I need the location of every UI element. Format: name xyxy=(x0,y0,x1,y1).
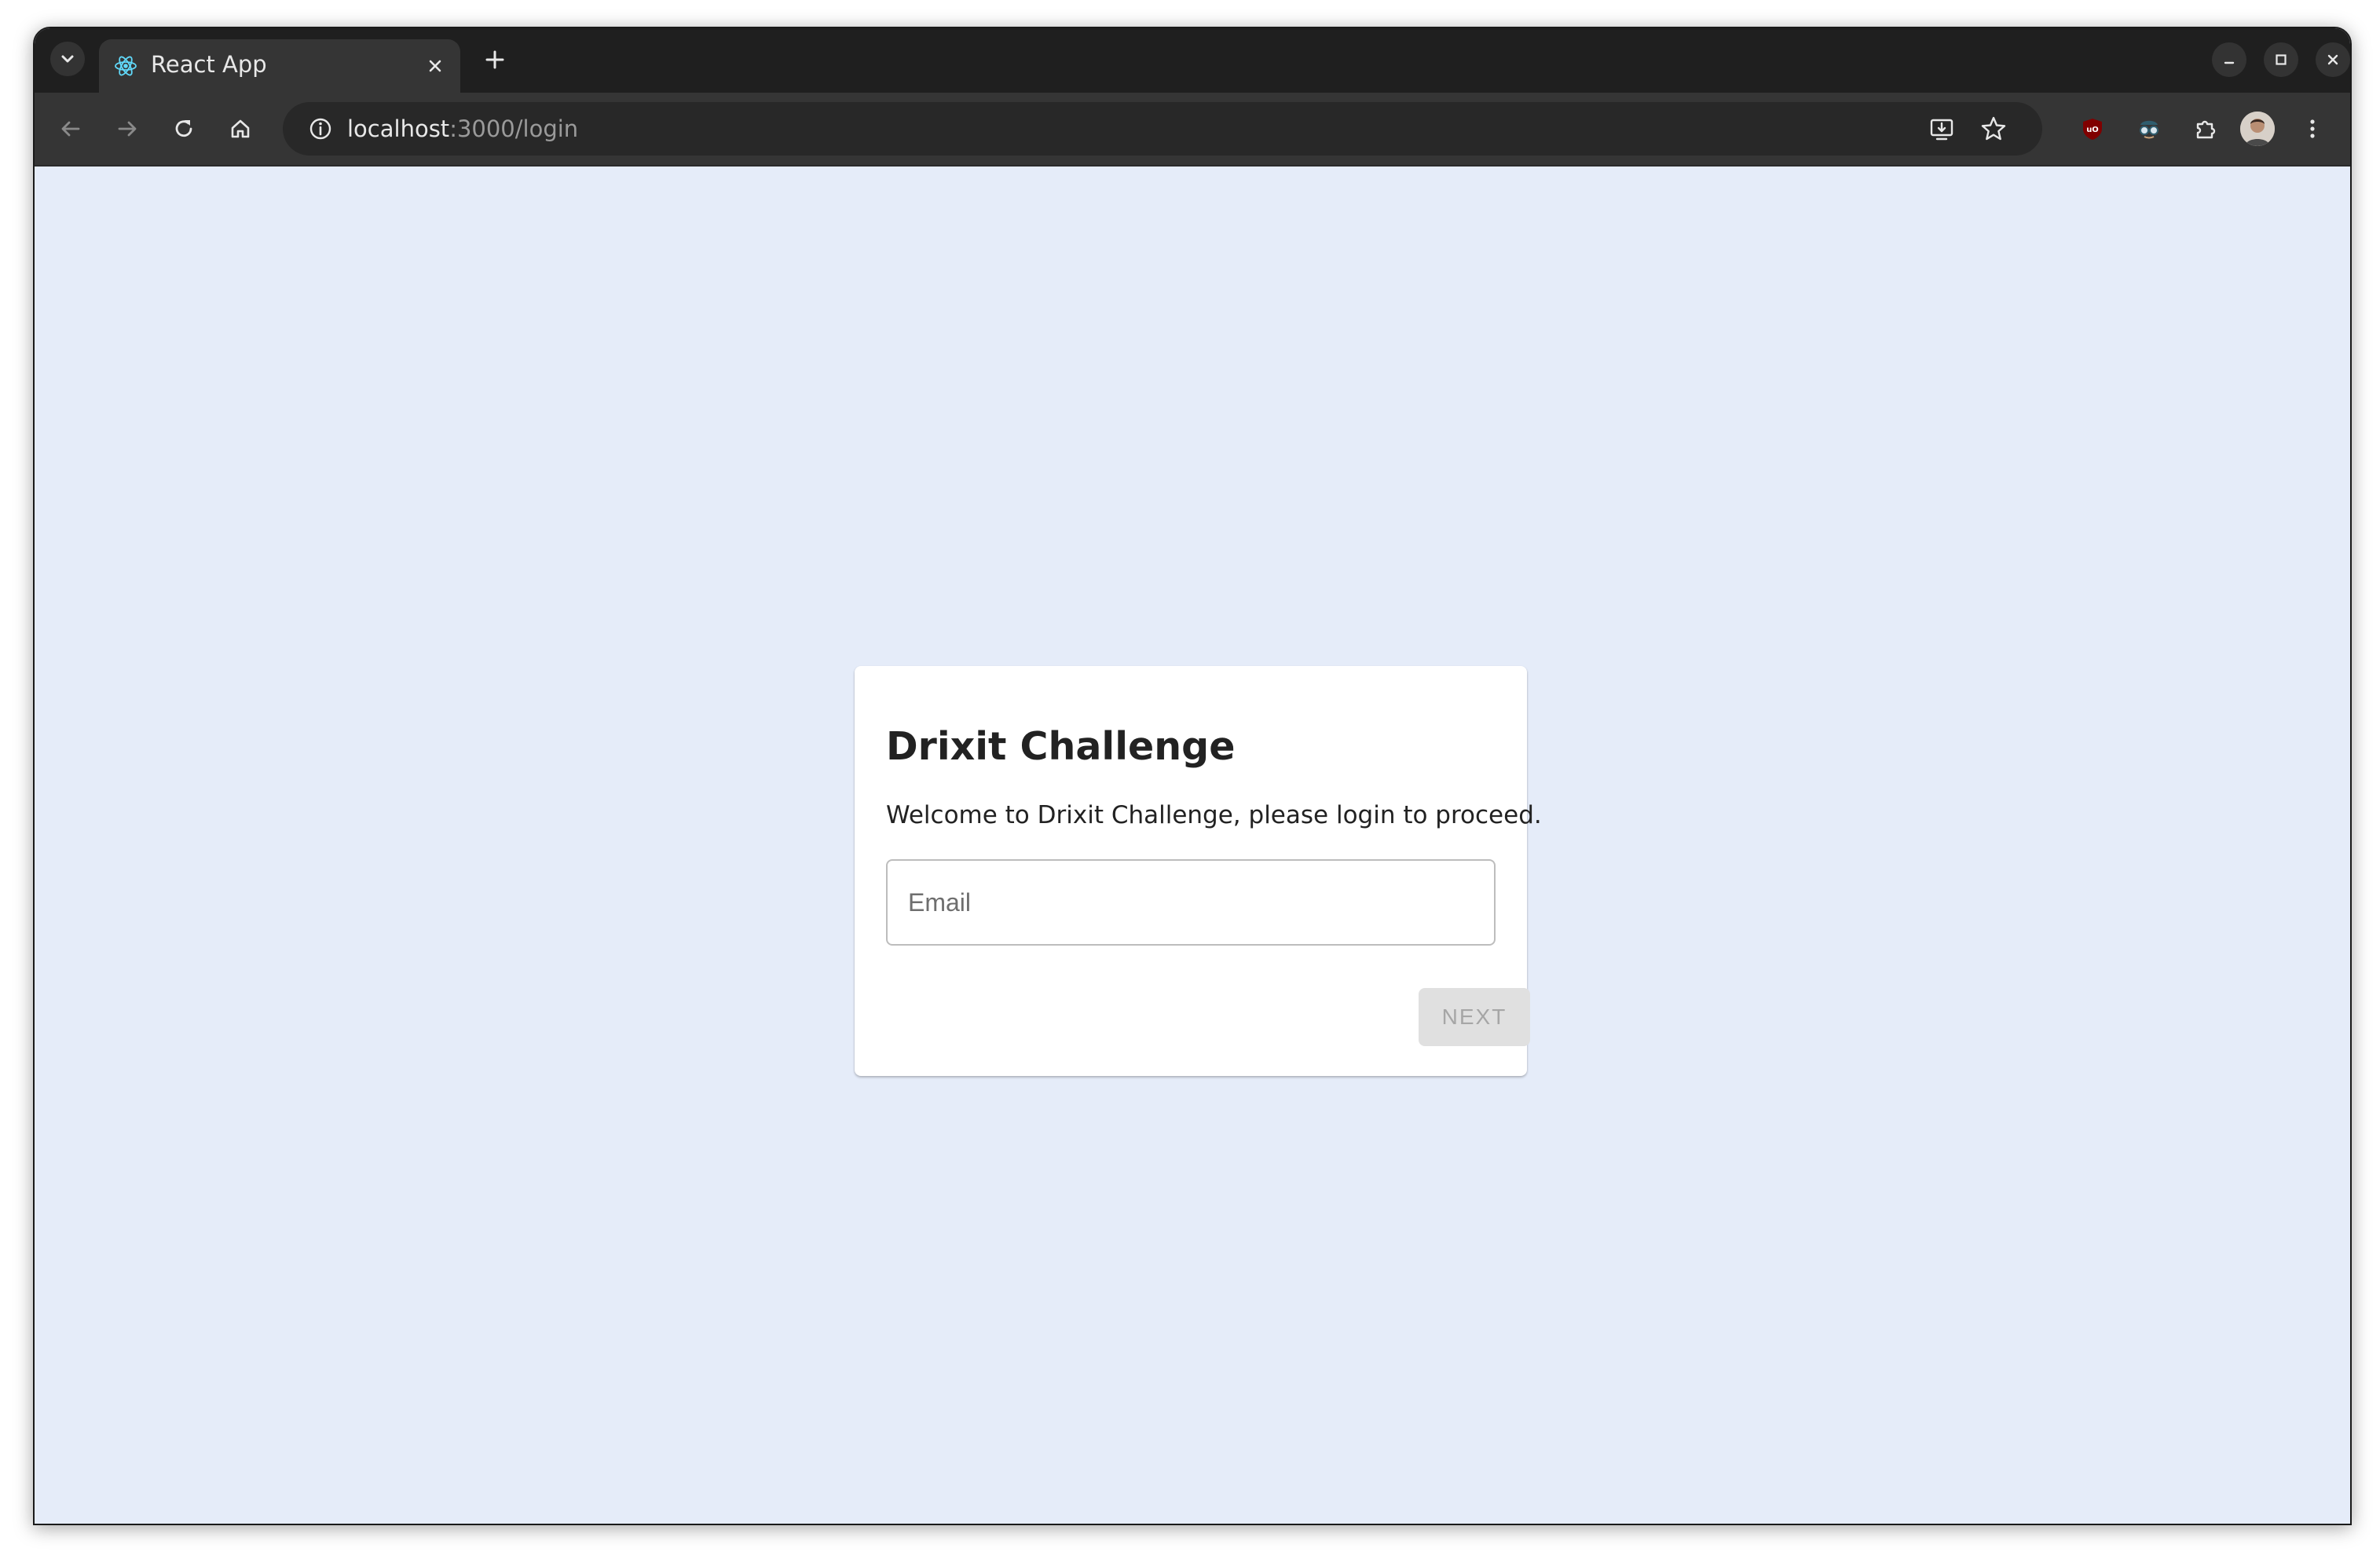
back-button[interactable] xyxy=(52,110,90,148)
close-window-button[interactable] xyxy=(2316,42,2350,77)
url-host: localhost xyxy=(347,115,450,142)
home-button[interactable] xyxy=(222,110,259,148)
arrow-right-icon xyxy=(115,116,140,141)
ublock-extension-button[interactable]: uO xyxy=(2074,110,2111,148)
install-app-icon[interactable] xyxy=(1926,113,1957,145)
page-viewport: Drixit Challenge Welcome to Drixit Chall… xyxy=(35,167,2350,1524)
close-icon[interactable] xyxy=(421,52,449,80)
tab-active[interactable]: React App xyxy=(99,39,460,93)
extensions-button[interactable] xyxy=(2187,110,2224,148)
tab-list-button[interactable] xyxy=(50,42,85,76)
minimize-icon xyxy=(2221,52,2237,68)
page-title: Drixit Challenge xyxy=(886,724,1236,769)
address-bar[interactable]: localhost:3000/login xyxy=(283,102,2042,156)
email-field[interactable] xyxy=(886,859,1496,946)
url-text: localhost:3000/login xyxy=(347,115,578,142)
maximize-icon xyxy=(2273,52,2289,68)
forward-button[interactable] xyxy=(108,110,146,148)
welcome-text: Welcome to Drixit Challenge, please logi… xyxy=(886,801,1542,829)
info-icon[interactable] xyxy=(306,115,335,143)
reload-icon xyxy=(171,116,196,141)
maximize-button[interactable] xyxy=(2264,42,2298,77)
new-tab-button[interactable] xyxy=(479,44,511,75)
plus-icon xyxy=(484,49,506,71)
spy-glasses-icon xyxy=(2136,115,2162,142)
star-icon[interactable] xyxy=(1978,113,2009,145)
tab-strip: React App xyxy=(35,28,2350,93)
react-logo-icon xyxy=(113,53,138,79)
close-icon xyxy=(2325,52,2341,68)
tab-title: React App xyxy=(151,51,267,78)
ublock-shield-icon: uO xyxy=(2080,116,2105,141)
arrow-left-icon xyxy=(58,116,83,141)
chevron-down-icon xyxy=(59,50,76,68)
menu-button[interactable] xyxy=(2294,110,2331,148)
url-path: :3000/login xyxy=(449,115,579,142)
more-vertical-icon xyxy=(2300,116,2325,141)
next-button[interactable]: NEXT xyxy=(1419,988,1530,1046)
puzzle-icon xyxy=(2193,116,2218,141)
svg-text:uO: uO xyxy=(2086,126,2099,134)
minimize-button[interactable] xyxy=(2212,42,2246,77)
browser-toolbar: localhost:3000/login uO xyxy=(35,93,2350,167)
avatar[interactable] xyxy=(2240,112,2275,146)
login-card: Drixit Challenge Welcome to Drixit Chall… xyxy=(855,666,1542,1076)
spy-extension-button[interactable] xyxy=(2130,110,2168,148)
browser-window: React App localhost:3000/login uO Drixit… xyxy=(33,27,2352,1525)
home-icon xyxy=(228,116,253,141)
reload-button[interactable] xyxy=(165,110,203,148)
